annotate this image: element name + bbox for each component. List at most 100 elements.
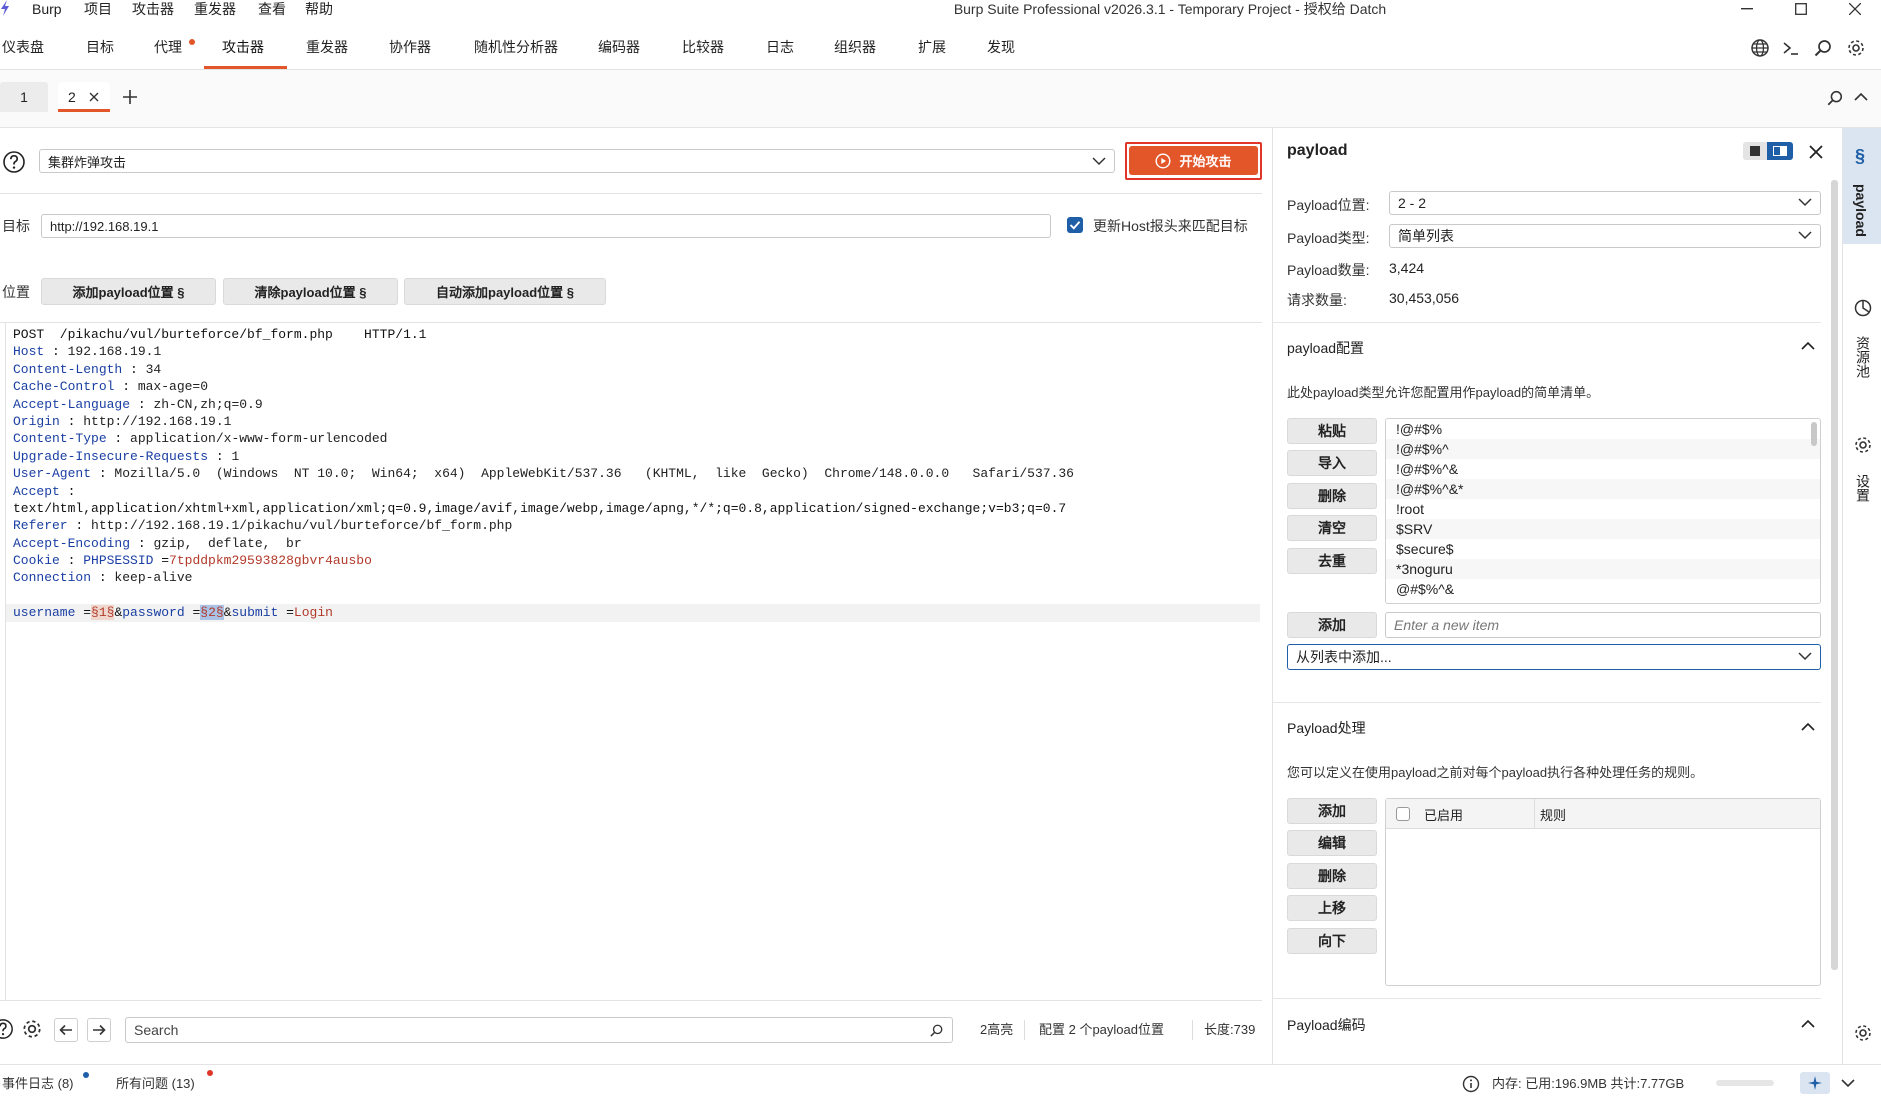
- payload-marker-1[interactable]: §1§: [91, 605, 115, 621]
- payload-type-select[interactable]: 简单列表: [1389, 224, 1821, 248]
- tab-sequencer[interactable]: 随机性分析器: [474, 24, 558, 70]
- tab-extensions[interactable]: 扩展: [918, 24, 946, 70]
- attack-tab-1[interactable]: 1: [0, 82, 48, 112]
- update-host-checkbox[interactable]: [1067, 217, 1083, 233]
- clear-button[interactable]: 清空: [1287, 515, 1377, 541]
- collapse-up-icon[interactable]: [1801, 1019, 1815, 1028]
- globe-icon[interactable]: [1750, 38, 1770, 58]
- search-placeholder: Search: [134, 1022, 179, 1038]
- menu-intruder[interactable]: 攻击器: [132, 0, 174, 18]
- tab-intruder[interactable]: 攻击器: [222, 24, 264, 70]
- processing-rules-table[interactable]: 已启用 规则: [1385, 798, 1821, 986]
- list-item[interactable]: !@#$%^: [1386, 439, 1820, 459]
- help-icon[interactable]: [2, 150, 26, 174]
- rail-payload-tab[interactable]: payload: [1853, 184, 1869, 237]
- deduplicate-button[interactable]: 去重: [1287, 548, 1377, 574]
- menu-project[interactable]: 项目: [84, 0, 112, 18]
- menu-burp[interactable]: Burp: [32, 0, 62, 18]
- menu-view[interactable]: 查看: [258, 0, 286, 18]
- target-url-input[interactable]: http://192.168.19.1: [41, 214, 1051, 238]
- chevron-down-icon: [1798, 652, 1812, 661]
- list-item[interactable]: $secure$: [1386, 539, 1820, 559]
- menu-repeater[interactable]: 重发器: [194, 0, 236, 18]
- resource-pool-icon[interactable]: [1853, 298, 1873, 318]
- list-scrollbar[interactable]: [1811, 422, 1817, 446]
- attack-tab-2[interactable]: 2: [58, 82, 110, 112]
- add-from-list-select[interactable]: 从列表中添加...: [1287, 644, 1821, 670]
- editor-settings-icon[interactable]: [21, 1018, 43, 1040]
- panel-scrollbar[interactable]: [1831, 180, 1838, 970]
- active-tab-indicator: [204, 66, 287, 69]
- list-item[interactable]: !@#$%^&: [1386, 459, 1820, 479]
- start-attack-button[interactable]: 开始攻击: [1129, 146, 1258, 175]
- list-item[interactable]: @#$%^&: [1386, 579, 1820, 599]
- tab-proxy[interactable]: 代理: [154, 24, 182, 70]
- column-rule[interactable]: 规则: [1540, 805, 1566, 824]
- gear-icon[interactable]: [1846, 38, 1866, 58]
- add-rule-button[interactable]: 添加: [1287, 798, 1377, 824]
- new-item-input[interactable]: Enter a new item: [1385, 612, 1821, 638]
- search-icon[interactable]: [1813, 38, 1833, 58]
- move-up-button[interactable]: 上移: [1287, 895, 1377, 921]
- rail-resource-pool-tab[interactable]: 资源池: [1853, 336, 1873, 378]
- paste-button[interactable]: 粘贴: [1287, 418, 1377, 444]
- remove-rule-button[interactable]: 删除: [1287, 863, 1377, 889]
- close-window-icon[interactable]: [1840, 0, 1870, 18]
- payload-marker-2[interactable]: §2§: [200, 605, 224, 621]
- column-enabled[interactable]: 已启用: [1424, 805, 1463, 824]
- edit-rule-button[interactable]: 编辑: [1287, 830, 1377, 856]
- tab-decoder[interactable]: 编码器: [598, 24, 640, 70]
- clear-payload-position-button[interactable]: 清除payload位置 §: [223, 278, 398, 305]
- move-down-button[interactable]: 向下: [1287, 928, 1377, 954]
- auto-add-payload-position-button[interactable]: 自动添加payload位置 §: [404, 278, 606, 305]
- list-item[interactable]: !root: [1386, 499, 1820, 519]
- arrow-left-icon[interactable]: [54, 1018, 78, 1042]
- layout-split-icon[interactable]: [1767, 142, 1793, 160]
- payload-section-icon[interactable]: §: [1855, 146, 1865, 167]
- all-issues-link[interactable]: 所有问题 (13): [116, 1074, 195, 1094]
- request-length: 长度:739: [1204, 1022, 1256, 1037]
- tab-logger[interactable]: 日志: [766, 24, 794, 70]
- list-item[interactable]: !@#$%: [1386, 419, 1820, 439]
- tab-target[interactable]: 目标: [86, 24, 114, 70]
- payload-list[interactable]: !@#$% !@#$%^ !@#$%^& !@#$%^&* !root $SRV…: [1385, 418, 1821, 604]
- editor-search-input[interactable]: Search: [125, 1017, 953, 1043]
- rail-settings-icon[interactable]: [1853, 435, 1873, 455]
- ai-sparkle-icon[interactable]: [1800, 1072, 1830, 1094]
- close-panel-icon[interactable]: [1809, 145, 1823, 159]
- close-tab-icon[interactable]: [89, 92, 99, 102]
- list-item[interactable]: $SRV: [1386, 519, 1820, 539]
- arrow-right-icon[interactable]: [87, 1018, 111, 1042]
- event-log-link[interactable]: 事件日志 (8): [2, 1074, 74, 1094]
- collapse-up-icon[interactable]: [1854, 92, 1868, 102]
- maximize-icon[interactable]: [1786, 0, 1816, 18]
- tab-dashboard[interactable]: 仪表盘: [2, 24, 44, 70]
- request-editor[interactable]: POST /pikachu/vul/burteforce/bf_form.php…: [6, 322, 1260, 1000]
- load-button[interactable]: 导入: [1287, 450, 1377, 476]
- select-all-checkbox[interactable]: [1396, 807, 1410, 821]
- list-item[interactable]: !@#$%^&*: [1386, 479, 1820, 499]
- add-tab-icon[interactable]: [122, 89, 138, 105]
- rail-settings-tab[interactable]: 设置: [1853, 474, 1873, 502]
- chevron-down-icon[interactable]: [1841, 1079, 1855, 1088]
- tab-discover[interactable]: 发现: [987, 24, 1015, 70]
- tab-search-icon[interactable]: [1826, 89, 1844, 107]
- layout-toggle-icon[interactable]: [1743, 142, 1767, 160]
- payload-position-select[interactable]: 2 - 2: [1389, 191, 1821, 215]
- tab-repeater[interactable]: 重发器: [306, 24, 348, 70]
- tab-collaborator[interactable]: 协作器: [389, 24, 431, 70]
- terminal-icon[interactable]: [1781, 38, 1801, 58]
- tab-organizer[interactable]: 组织器: [834, 24, 876, 70]
- add-payload-position-button[interactable]: 添加payload位置 §: [41, 278, 216, 305]
- menu-help[interactable]: 帮助: [305, 0, 333, 18]
- list-item[interactable]: *3noguru: [1386, 559, 1820, 579]
- attack-type-select[interactable]: 集群炸弹攻击: [39, 149, 1115, 173]
- remove-button[interactable]: 删除: [1287, 483, 1377, 509]
- rail-bottom-gear-icon[interactable]: [1853, 1023, 1873, 1043]
- add-item-button[interactable]: 添加: [1287, 612, 1377, 638]
- collapse-up-icon[interactable]: [1801, 722, 1815, 731]
- tab-comparer[interactable]: 比较器: [682, 24, 724, 70]
- collapse-up-icon[interactable]: [1801, 341, 1815, 350]
- minimize-icon[interactable]: [1732, 0, 1762, 18]
- help-circle-icon[interactable]: [0, 1018, 14, 1040]
